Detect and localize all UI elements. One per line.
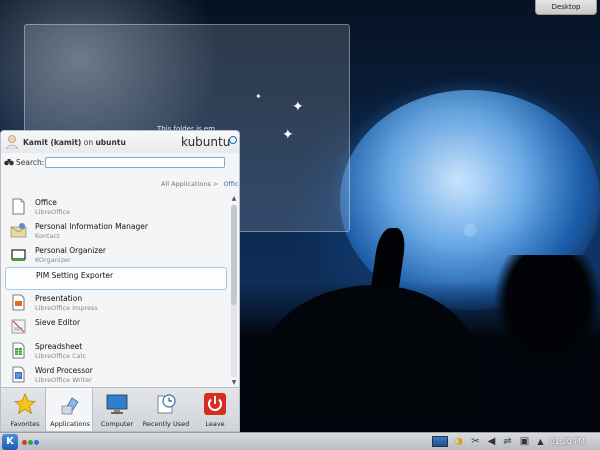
list-item-presentation[interactable]: Presentation LibreOffice Impress (5, 291, 227, 314)
app-name: Spreadsheet (35, 342, 83, 351)
writer-icon (12, 366, 25, 383)
app-description: LibreOffice Impress (35, 304, 98, 312)
klipper-icon[interactable]: ◑ (452, 435, 465, 448)
scroll-thumb[interactable] (231, 205, 237, 305)
scroll-down-icon[interactable]: ▼ (230, 379, 238, 387)
desktop-pager[interactable] (432, 436, 448, 447)
breadcrumb-current[interactable]: Office (223, 180, 239, 188)
network-icon[interactable]: ▣ (518, 435, 531, 448)
app-description: KOrganizer (35, 256, 71, 264)
application-list: Office LibreOffice Personal Information … (5, 195, 227, 387)
chevron-up-icon[interactable]: ▲ (534, 435, 547, 448)
sieve-editor-icon (11, 319, 26, 334)
app-name: Sieve Editor (35, 318, 81, 327)
scissors-icon[interactable]: ✂ (469, 435, 482, 448)
breadcrumb: All Applications > Office (161, 180, 239, 188)
user-name: Kamit (kamit) (23, 138, 82, 147)
tab-label: Leave (205, 420, 225, 428)
user-info: Kamit (kamit) on ubuntu (23, 138, 126, 147)
activity-dot-red[interactable] (22, 440, 27, 445)
libreoffice-doc-icon (12, 198, 25, 215)
tab-label: Computer (100, 420, 134, 428)
computer-icon (106, 394, 128, 414)
user-avatar-icon (5, 135, 19, 149)
korganizer-icon (11, 249, 26, 261)
kontact-icon (10, 223, 27, 238)
tab-label: Applications (50, 420, 90, 428)
app-description: LibreOffice Calc (35, 352, 87, 360)
star-icon (13, 392, 37, 415)
list-item-office[interactable]: Office LibreOffice (5, 195, 227, 218)
calc-icon (12, 342, 25, 359)
tab-computer[interactable]: Computer (93, 388, 141, 431)
power-icon (204, 393, 226, 415)
application-launcher-button[interactable]: K (2, 434, 18, 450)
list-item-personal-organizer[interactable]: Personal Organizer KOrganizer (5, 243, 227, 266)
app-name: Presentation (35, 294, 83, 303)
tab-label: Favorites (10, 420, 40, 428)
activity-dot-blue[interactable] (34, 440, 39, 445)
binoculars-icon (4, 159, 14, 166)
clock[interactable]: 01:20 PM (550, 437, 585, 446)
taskbar: K ◑ ✂ ◀ ⇌ ▣ ▲ 01:20 PM (0, 432, 600, 450)
breadcrumb-root[interactable]: All Applications (161, 180, 211, 188)
tab-favorites[interactable]: Favorites (1, 388, 49, 431)
kubuntu-logo-icon (229, 136, 237, 144)
app-name: Personal Organizer (35, 246, 106, 255)
impress-icon (12, 294, 25, 311)
app-description: LibreOffice (35, 208, 71, 216)
kubuntu-logo: kubuntu (181, 135, 231, 149)
scroll-up-icon[interactable]: ▲ (230, 195, 238, 203)
volume-icon[interactable]: ◀ (485, 435, 498, 448)
app-description: Kontact (35, 232, 60, 240)
launcher-tab-bar: Favorites Applications Computer Recently… (1, 387, 239, 431)
list-item-sieve-editor[interactable]: Sieve Editor (5, 315, 227, 338)
application-launcher: Kamit (kamit) on ubuntu kubuntu Search: … (0, 130, 240, 432)
app-name: Word Processor (35, 366, 93, 375)
usb-icon[interactable]: ⇌ (501, 435, 514, 448)
wallpaper-tree (495, 255, 600, 365)
desktop-toolbox-button[interactable]: Desktop (535, 0, 597, 15)
breadcrumb-separator: > (212, 180, 219, 188)
tab-recently-used[interactable]: Recently Used (142, 388, 190, 431)
list-item-spreadsheet[interactable]: Spreadsheet LibreOffice Calc (5, 339, 227, 362)
host-name: ubuntu (95, 138, 126, 147)
activity-dot-green[interactable] (28, 440, 33, 445)
list-item-word-processor[interactable]: Word Processor LibreOffice Writer (5, 363, 227, 386)
user-on-text: on (83, 138, 94, 147)
list-item-personal-information-manager[interactable]: Personal Information Manager Kontact (5, 219, 227, 242)
search-input[interactable] (45, 157, 225, 168)
app-name: PIM Setting Exporter (36, 271, 114, 280)
list-item-pim-setting-exporter[interactable]: PIM Setting Exporter (5, 267, 227, 290)
tab-leave[interactable]: Leave (191, 388, 239, 431)
applications-icon (61, 397, 79, 415)
app-name: Personal Information Manager (35, 222, 148, 231)
app-name: Office (35, 198, 57, 207)
launcher-header: Kamit (kamit) on ubuntu kubuntu (1, 131, 239, 153)
list-scrollbar[interactable]: ▲ ▼ (230, 195, 238, 387)
tab-applications[interactable]: Applications (45, 388, 93, 431)
search-label: Search: (16, 158, 45, 167)
tab-label: Recently Used (142, 420, 190, 428)
app-description: LibreOffice Writer (35, 376, 92, 384)
clock-icon (157, 394, 176, 414)
